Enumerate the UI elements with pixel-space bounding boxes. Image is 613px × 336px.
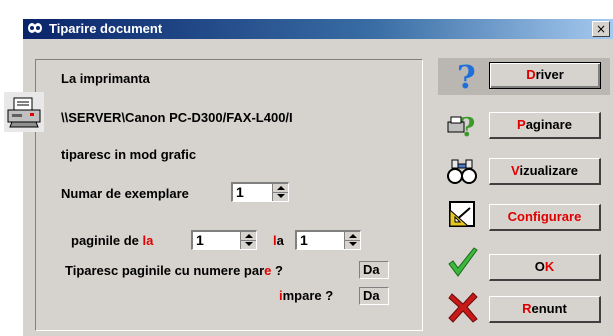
close-button[interactable]: ×: [592, 21, 610, 37]
paginare-label: aginare: [525, 117, 572, 132]
printer-label: La imprimanta: [61, 71, 150, 86]
configure-icon: [449, 201, 475, 227]
paginare-hotkey: P: [517, 117, 526, 132]
even-pages-question: ?: [271, 263, 283, 278]
vizualizare-label: izualizare: [519, 163, 578, 178]
paginare-icon: ?: [447, 113, 475, 142]
even-pages-toggle[interactable]: Da: [359, 261, 389, 279]
pages-to-label: la: [273, 233, 284, 248]
copies-value: 1: [236, 184, 244, 200]
configurare-button[interactable]: Configurare: [489, 204, 601, 231]
vizualizare-button[interactable]: Vizualizare: [489, 158, 601, 185]
pages-from-spinner[interactable]: 1: [191, 230, 257, 250]
pages-label: paginile de la: [71, 233, 153, 248]
question-icon: ?: [457, 58, 476, 92]
pages-from-value: 1: [196, 232, 204, 248]
even-pages-label: Tiparesc paginile cu numere pare ?: [65, 263, 283, 278]
svg-text:?: ?: [460, 113, 475, 142]
ok-hotkey: K: [544, 259, 555, 274]
even-pages-text: Tiparesc paginile cu numere par: [65, 263, 265, 278]
odd-pages-toggle[interactable]: Da: [359, 287, 389, 305]
pages-to-spin-buttons[interactable]: [344, 232, 360, 249]
checkmark-icon: [448, 247, 478, 277]
pages-to-text: a: [276, 233, 284, 248]
odd-pages-label: impare ?: [279, 288, 333, 303]
ok-button[interactable]: OK: [489, 254, 601, 281]
printer-icon: [4, 92, 44, 132]
paginare-button[interactable]: Paginare: [489, 112, 601, 139]
pages-to-spinner[interactable]: 1: [295, 230, 361, 250]
renunt-button[interactable]: Renunt: [489, 296, 601, 323]
driver-hotkey: D: [526, 67, 536, 82]
pages-to-value: 1: [300, 232, 308, 248]
copies-spin-buttons[interactable]: [272, 184, 288, 201]
binoculars-icon: [447, 159, 477, 184]
svg-text:?: ?: [457, 58, 476, 92]
renunt-label: enunt: [531, 301, 567, 316]
copies-label: Numar de exemplare: [61, 186, 189, 201]
cross-icon: [448, 292, 478, 323]
printer-name: \\SERVER\Canon PC-D300/FAX-L400/I: [61, 110, 293, 125]
mode-label: tiparesc in mod grafic: [61, 147, 197, 162]
copies-spinner[interactable]: 1: [231, 182, 289, 202]
odd-pages-text: mpare ?: [282, 288, 334, 303]
pages-label-hotkey-2: a: [146, 233, 154, 248]
driver-label: river: [535, 67, 564, 82]
driver-button[interactable]: Driver: [489, 62, 601, 89]
renunt-hotkey: R: [522, 301, 532, 316]
ok-label: O: [534, 259, 545, 274]
pages-label-text: paginile de: [71, 233, 143, 248]
window-icon: [28, 23, 42, 33]
window-title: Tiparire document: [49, 21, 163, 36]
configurare-label: Configurare: [507, 209, 582, 224]
title-bar: Tiparire document ×: [23, 19, 613, 39]
pages-from-spin-buttons[interactable]: [240, 232, 256, 249]
